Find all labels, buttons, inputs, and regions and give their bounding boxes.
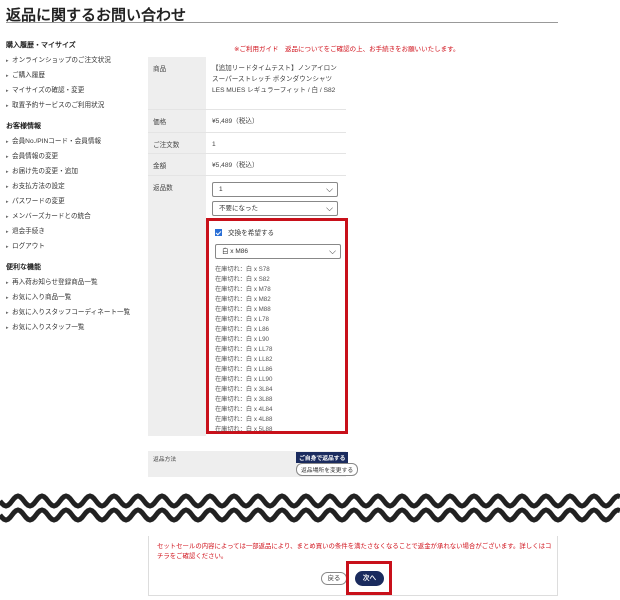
chevron-down-icon: ⌵ bbox=[326, 203, 333, 213]
chevron-down-icon: ⌵ bbox=[326, 184, 333, 194]
price-row: 価格 ¥5,489（税込） bbox=[148, 110, 346, 133]
price-value: ¥5,489（税込） bbox=[206, 110, 346, 132]
exchange-checkbox-label: 交換を希望する bbox=[228, 230, 275, 237]
sidebar-item-label: お支払方法の設定 bbox=[12, 183, 65, 190]
exchange-section: 交換を希望する 白 x M86 ⌵ 在庫切れ：白 x S78 在庫切れ：白 x S… bbox=[215, 226, 341, 435]
page-break-wave bbox=[0, 488, 620, 530]
sidebar-item-label: お気に入り商品一覧 bbox=[12, 294, 72, 301]
stock-option: 在庫切れ：白 x LL82 bbox=[215, 356, 273, 363]
next-button[interactable]: 次へ bbox=[355, 571, 384, 586]
price-label: 価格 bbox=[148, 110, 206, 132]
sidebar-heading: 購入履歴・マイサイズ bbox=[6, 42, 76, 49]
exchange-highlight: 交換を希望する 白 x M86 ⌵ 在庫切れ：白 x S78 在庫切れ：白 x S… bbox=[206, 218, 348, 434]
title-divider bbox=[6, 22, 558, 23]
sidebar-item-label: お届け先の変更・追加 bbox=[12, 168, 78, 175]
next-button-highlight: 次へ bbox=[346, 561, 392, 595]
change-return-location-button[interactable]: 返品場所を変更する bbox=[296, 463, 359, 476]
exchange-size-select[interactable]: 白 x M86 ⌵ bbox=[215, 244, 341, 259]
sidebar-item[interactable]: ▸ お気に入りスタッフコーディネート一覧 bbox=[6, 305, 146, 320]
sidebar-item-label: パスワードの変更 bbox=[12, 198, 65, 205]
qty-label: ご注文数 bbox=[148, 133, 206, 153]
sidebar-item[interactable]: ▸ 取置予約サービスのご利用状況 bbox=[6, 98, 146, 113]
sidebar-item[interactable]: ▸ ログアウト bbox=[6, 239, 146, 254]
sidebar-item[interactable]: ▸ メンバーズカードとの統合 bbox=[6, 209, 146, 224]
exchange-checkbox[interactable] bbox=[215, 228, 222, 236]
stock-option: 在庫切れ：白 x M82 bbox=[215, 296, 271, 303]
sidebar-item-label: 会員No./PINコード・会員情報 bbox=[12, 138, 102, 145]
stock-option: 在庫切れ：白 x LL78 bbox=[215, 346, 273, 353]
stock-option: 在庫切れ：白 x L78 bbox=[215, 316, 269, 323]
guide-notice: ※ご利用ガイド 返品についてをご確認の上、お手続きをお願いいたします。 bbox=[234, 46, 460, 53]
product-label: 商品 bbox=[148, 57, 206, 109]
exchange-size-value: 白 x M86 bbox=[222, 248, 249, 255]
stock-option: 在庫切れ：白 x M88 bbox=[215, 306, 271, 313]
back-button[interactable]: 戻る bbox=[321, 572, 347, 585]
stock-option: 在庫切れ：白 x LL86 bbox=[215, 366, 273, 373]
return-qty-label: 返品数 bbox=[148, 176, 206, 436]
sidebar-item[interactable]: ▸ 再入荷お知らせ登録商品一覧 bbox=[6, 275, 146, 290]
sidebar-item[interactable]: ▸ ご購入履歴 bbox=[6, 68, 146, 83]
chevron-down-icon: ⌵ bbox=[329, 246, 336, 256]
sidebar-item-label: ご購入履歴 bbox=[12, 72, 45, 79]
stock-option: 在庫切れ：白 x L90 bbox=[215, 336, 269, 343]
sidebar-item[interactable]: ▸ お気に入り商品一覧 bbox=[6, 290, 146, 305]
sidebar-item[interactable]: ▸ 会員情報の変更 bbox=[6, 149, 146, 164]
sidebar-item-label: ログアウト bbox=[12, 243, 45, 250]
return-qty-select[interactable]: 1 ⌵ bbox=[212, 182, 338, 197]
sidebar-item[interactable]: ▸ お気に入りスタッフ一覧 bbox=[6, 320, 146, 335]
return-qty-select-value: 1 bbox=[219, 186, 223, 193]
stock-option: 在庫切れ：白 x S82 bbox=[215, 276, 270, 283]
stock-option: 在庫切れ：白 x LL90 bbox=[215, 376, 273, 383]
sidebar-item-label: 取置予約サービスのご利用状況 bbox=[12, 102, 105, 109]
amount-label: 金額 bbox=[148, 154, 206, 175]
stock-option: 在庫切れ：白 x 4L88 bbox=[215, 416, 273, 423]
sidebar-item-label: オンラインショップのご注文状況 bbox=[12, 57, 111, 64]
sidebar-item[interactable]: ▸ お届け先の変更・追加 bbox=[6, 164, 146, 179]
sidebar-item[interactable]: ▸ パスワードの変更 bbox=[6, 194, 146, 209]
qty-row: ご注文数 1 bbox=[148, 133, 346, 154]
sidebar-heading: お客様情報 bbox=[6, 123, 41, 130]
sidebar: 購入履歴・マイサイズ ▸ オンラインショップのご注文状況 ▸ ご購入履歴 ▸ マイサイズの確… bbox=[6, 40, 146, 335]
stock-option: 在庫切れ：白 x 3L88 bbox=[215, 396, 273, 403]
stock-option: 在庫切れ：白 x S78 bbox=[215, 266, 270, 273]
return-method-label: 返品方法 bbox=[153, 457, 177, 463]
amount-value: ¥5,489（税込） bbox=[206, 154, 346, 175]
product-row: 商品 【追加リードタイムテスト】ノンアイロン スーパーストレッチ ボタンダウンシ… bbox=[148, 57, 346, 110]
sidebar-item[interactable]: ▸ お支払方法の設定 bbox=[6, 179, 146, 194]
sidebar-heading: 便利な機能 bbox=[6, 264, 41, 271]
sidebar-item-label: 再入荷お知らせ登録商品一覧 bbox=[12, 279, 98, 286]
sidebar-item-label: マイサイズの確認・変更 bbox=[12, 87, 85, 94]
sidebar-item-label: お気に入りスタッフ一覧 bbox=[12, 324, 85, 331]
qty-value: 1 bbox=[206, 133, 346, 153]
exchange-checkbox-row[interactable]: 交換を希望する bbox=[215, 226, 339, 238]
stock-option: 在庫切れ：白 x 5L88 bbox=[215, 426, 273, 433]
sidebar-item-label: お気に入りスタッフコーディネート一覧 bbox=[12, 309, 131, 316]
sidebar-item-label: メンバーズカードとの統合 bbox=[12, 213, 91, 220]
sidebar-item[interactable]: ▸ マイサイズの確認・変更 bbox=[6, 83, 146, 98]
sidebar-item-label: 退会手続き bbox=[12, 228, 45, 235]
sidebar-item[interactable]: ▸ オンラインショップのご注文状況 bbox=[6, 53, 146, 68]
stock-option: 在庫切れ：白 x L86 bbox=[215, 326, 269, 333]
stock-option-list: 在庫切れ：白 x S78 在庫切れ：白 x S82 在庫切れ：白 x M78 在庫切れ… bbox=[215, 265, 339, 435]
set-sale-notice: セットセールの内容によっては一部返品により、まとめ買いの条件を満たさなくなること… bbox=[157, 543, 552, 560]
product-value: 【追加リードタイムテスト】ノンアイロン スーパーストレッチ ボタンダウンシャツ … bbox=[206, 57, 346, 109]
amount-row: 金額 ¥5,489（税込） bbox=[148, 154, 346, 176]
reason-select-value: 不要になった bbox=[219, 205, 258, 212]
sidebar-item[interactable]: ▸ 会員No./PINコード・会員情報 bbox=[6, 134, 146, 149]
reason-select[interactable]: 不要になった ⌵ bbox=[212, 201, 338, 216]
wave-divider-graphic bbox=[0, 493, 620, 523]
sidebar-item[interactable]: ▸ 退会手続き bbox=[6, 224, 146, 239]
stock-option: 在庫切れ：白 x 3L84 bbox=[215, 386, 273, 393]
return-method-badge: ご自身で返品する bbox=[296, 452, 349, 463]
sidebar-item-label: 会員情報の変更 bbox=[12, 153, 59, 160]
stock-option: 在庫切れ：白 x 4L84 bbox=[215, 406, 273, 413]
stock-option: 在庫切れ：白 x M78 bbox=[215, 286, 271, 293]
